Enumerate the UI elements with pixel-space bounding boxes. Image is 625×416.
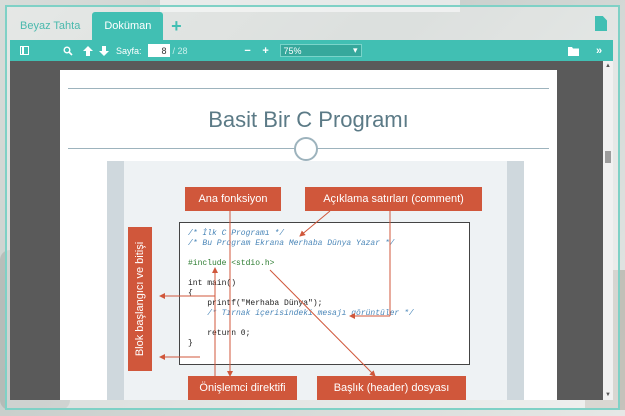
scroll-down-icon[interactable]: ▼ bbox=[604, 391, 612, 399]
open-file-icon[interactable] bbox=[565, 43, 581, 59]
code-line: /* Tırnak içerisindeki mesajı görüntüler… bbox=[188, 309, 414, 318]
code-line: /* Bu Program Ekrana Merhaba Dünya Yazar… bbox=[188, 239, 395, 248]
code-line: } bbox=[188, 339, 193, 348]
page-total: / 28 bbox=[172, 45, 188, 56]
arrow-up-icon[interactable] bbox=[80, 43, 96, 59]
label-block: Blok başlangıcı ve bitişi bbox=[128, 227, 152, 371]
more-tools-button[interactable]: » bbox=[591, 43, 607, 59]
zoom-out-button[interactable]: − bbox=[240, 43, 256, 59]
label-block-text: Blok başlangıcı ve bitişi bbox=[134, 241, 146, 357]
code-line: printf("Merhaba Dünya"); bbox=[188, 299, 323, 308]
add-tab-button[interactable]: + bbox=[163, 12, 189, 40]
code-sample: /* İlk C Programı *//* Bu Program Ekrana… bbox=[179, 222, 470, 365]
zoom-value: 75% bbox=[283, 45, 302, 56]
chevron-down-icon: ▾ bbox=[353, 45, 358, 55]
zoom-in-button[interactable]: + bbox=[258, 43, 274, 59]
tab-label: Doküman bbox=[104, 20, 152, 32]
code-line: return 0; bbox=[188, 329, 251, 338]
code-line: int main() bbox=[188, 279, 237, 288]
label-preprocessor: Önişlemci direktifi bbox=[188, 376, 297, 400]
label-comments: Açıklama satırları (comment) bbox=[305, 187, 482, 211]
vertical-scrollbar[interactable]: ▲ ▼ bbox=[603, 61, 613, 400]
page-label: Sayfa: bbox=[116, 45, 142, 56]
sidebar-toggle-icon[interactable] bbox=[16, 43, 32, 59]
pdf-toolbar: Sayfa: / 28 − + 75% ▾ » bbox=[10, 40, 613, 61]
search-icon[interactable] bbox=[60, 43, 76, 59]
zoom-select[interactable]: 75% ▾ bbox=[279, 44, 362, 57]
label-main-function: Ana fonksiyon bbox=[185, 187, 281, 211]
arrow-down-icon[interactable] bbox=[96, 43, 112, 59]
tab-bar: Beyaz Tahta Doküman + bbox=[8, 10, 189, 40]
tab-document[interactable]: Doküman bbox=[92, 12, 164, 40]
decorative-circle bbox=[294, 137, 318, 161]
code-line: #include <stdio.h> bbox=[188, 259, 275, 268]
tab-label: Beyaz Tahta bbox=[20, 20, 81, 32]
tab-whiteboard[interactable]: Beyaz Tahta bbox=[8, 12, 92, 40]
code-line: { bbox=[188, 289, 193, 298]
divider bbox=[68, 88, 549, 89]
scroll-thumb[interactable] bbox=[605, 151, 611, 163]
page-number-input[interactable] bbox=[147, 44, 170, 57]
slide-title: Basit Bir C Programı bbox=[208, 107, 409, 132]
label-header-file: Başlık (header) dosyası bbox=[317, 376, 466, 400]
code-line: /* İlk C Programı */ bbox=[188, 229, 285, 238]
scroll-up-icon[interactable]: ▲ bbox=[604, 62, 612, 70]
